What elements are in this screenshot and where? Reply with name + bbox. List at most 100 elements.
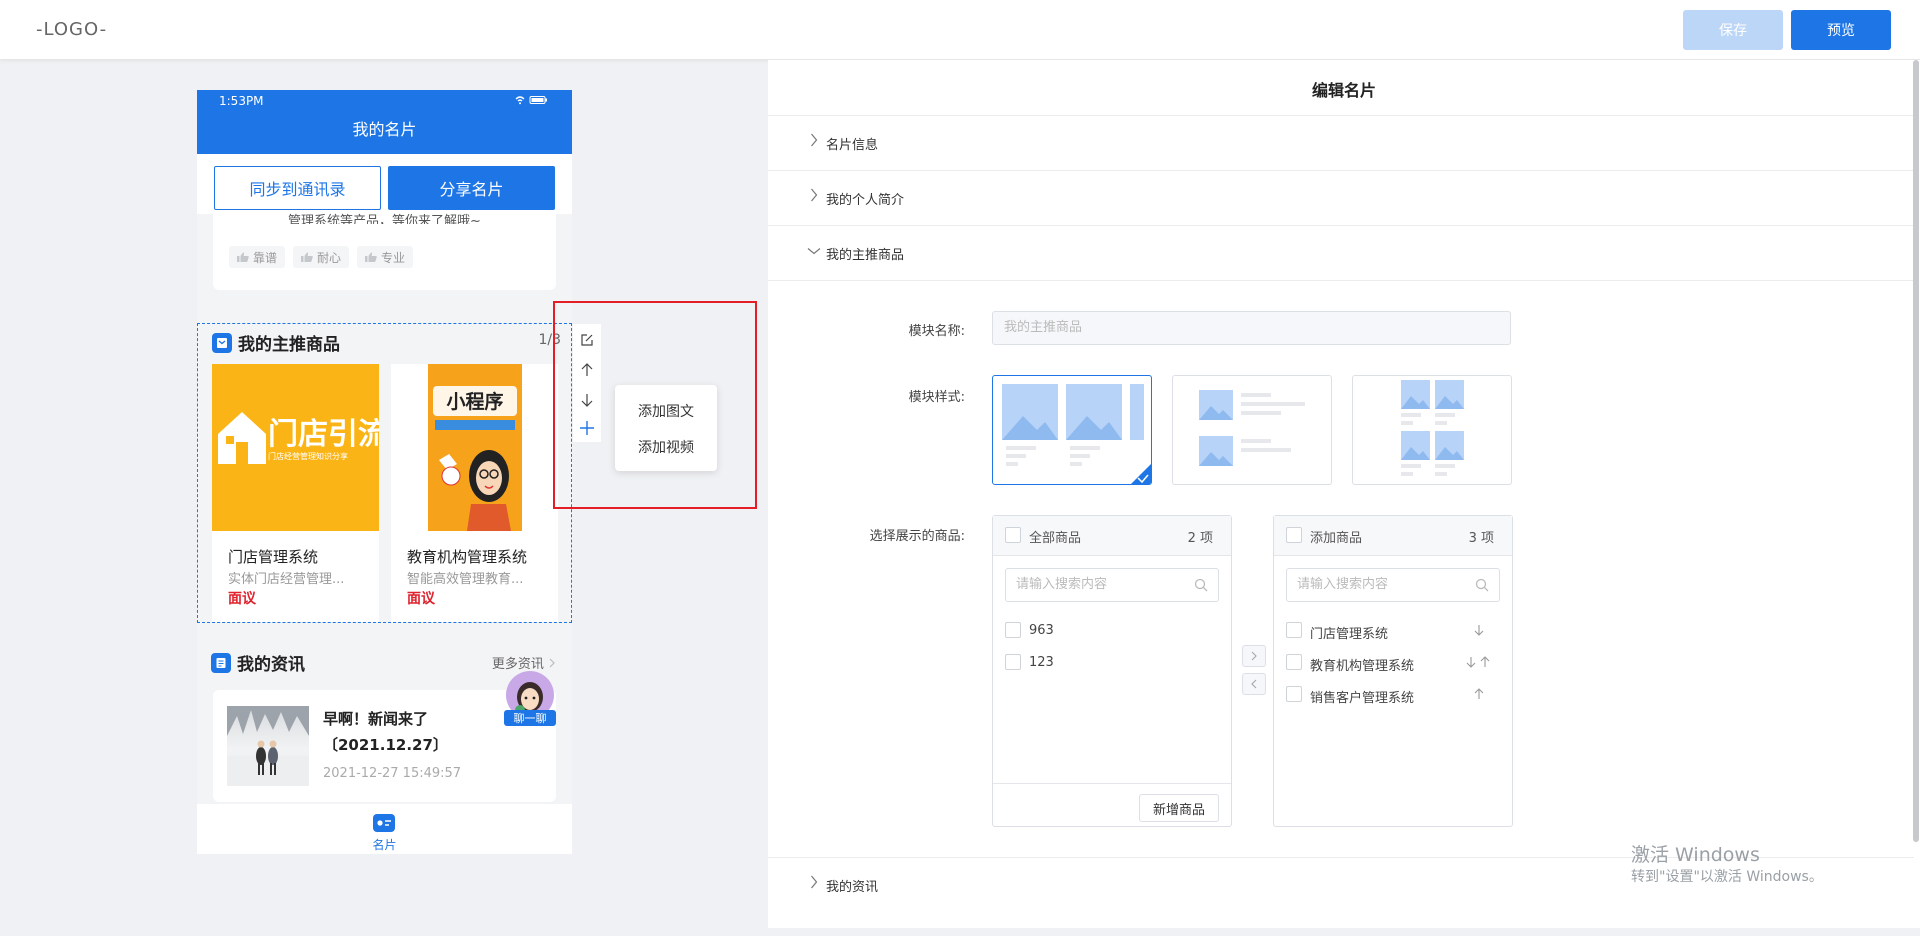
windows-watermark-text: 转到"设置"以激活 Windows。 — [1631, 869, 1823, 885]
share-card-button[interactable]: 分享名片 — [388, 166, 555, 210]
thumb-up-icon — [301, 252, 313, 262]
product-price: 面议 — [407, 591, 435, 607]
phone-action-bar: 同步到通讯录 分享名片 — [197, 154, 572, 214]
item-checkbox[interactable] — [1005, 622, 1021, 638]
arrow-down-icon[interactable] — [1474, 624, 1484, 636]
intro-text: 管理系统等产品，等你来了解哦~ — [288, 214, 481, 224]
product-image-subtext: 门店经营管理知识分享 — [268, 451, 348, 461]
divider — [768, 280, 1914, 281]
select-all-checkbox[interactable] — [1286, 527, 1302, 543]
add-product-button[interactable]: 新增商品 — [1139, 794, 1219, 822]
product-price: 面议 — [228, 591, 256, 607]
products-icon — [212, 332, 232, 353]
product-desc: 智能高效管理教育... — [407, 572, 524, 587]
product-name: 教育机构管理系统 — [407, 548, 528, 566]
section-main-products[interactable]: 我的主推商品 — [768, 225, 1914, 280]
style-option-grid[interactable] — [1352, 375, 1512, 485]
news-icon — [211, 652, 231, 673]
product-image: 门店引流 门店经营管理知识分享 — [212, 364, 379, 531]
chevron-left-icon — [1251, 679, 1257, 689]
tab-label-card[interactable]: 名片 — [197, 836, 572, 853]
product-card[interactable]: 门店引流 门店经营管理知识分享 门店管理系统 实体门店经营管理... 面议 — [212, 364, 379, 622]
chevron-down-icon — [807, 248, 821, 255]
added-products-count: 3 项 — [1468, 531, 1494, 546]
product-image-text: 小程序 — [446, 390, 503, 413]
thumb-up-icon — [237, 252, 249, 262]
all-products-count: 2 项 — [1187, 531, 1213, 546]
scrollbar[interactable] — [1913, 60, 1919, 842]
products-heading: 我的主推商品 — [212, 330, 340, 355]
top-bar: -LOGO- 保存 预览 — [0, 0, 1920, 60]
list-item[interactable]: 门店管理系统 — [1274, 618, 1512, 644]
item-checkbox[interactable] — [1286, 686, 1302, 702]
arrow-down-icon[interactable] — [1466, 656, 1476, 668]
all-products-header: 全部商品 2 项 — [993, 516, 1231, 556]
panel-title: 编辑名片 — [1311, 81, 1376, 100]
select-products-label: 选择展示的商品: — [869, 529, 965, 544]
list-item[interactable]: 教育机构管理系统 — [1274, 650, 1512, 676]
all-products-search-input[interactable]: 请输入搜索内容 — [1005, 568, 1219, 602]
module-name-input[interactable]: 我的主推商品 — [992, 311, 1511, 345]
move-right-button[interactable] — [1242, 645, 1266, 667]
list-item[interactable]: 963 — [993, 618, 1231, 644]
save-button[interactable]: 保存 — [1683, 10, 1783, 50]
chevron-right-icon — [811, 875, 818, 889]
tag-item[interactable]: 耐心 — [293, 246, 350, 268]
product-desc: 实体门店经营管理... — [228, 572, 345, 587]
chat-label: 聊一聊 — [514, 711, 547, 725]
status-time: 1:53PM — [219, 94, 264, 108]
phone-header: 1:53PM 我的名片 — [197, 90, 572, 154]
thumb-up-icon — [365, 252, 377, 262]
logo: -LOGO- — [36, 19, 108, 40]
product-image: 小程序 — [391, 364, 558, 531]
list-item[interactable]: 销售客户管理系统 — [1274, 682, 1512, 708]
section-card-info[interactable]: 名片信息 — [768, 115, 1914, 170]
style-option-carousel[interactable] — [992, 375, 1152, 485]
phone-title: 我的名片 — [352, 120, 417, 139]
highlight-box — [553, 301, 757, 509]
editor-panel: 编辑名片 名片信息 我的个人简介 我的主推商品 模块名称: 我的主推商品 模块样… — [768, 60, 1920, 928]
search-icon — [1475, 578, 1489, 592]
arrow-up-icon[interactable] — [1474, 688, 1484, 700]
section-personal-intro[interactable]: 我的个人简介 — [768, 170, 1914, 225]
chevron-right-icon — [549, 658, 555, 668]
product-card[interactable]: 小程序 教育机构管理系统 智能高效管理教育... 面议 — [391, 364, 558, 622]
news-heading: 我的资讯 — [211, 650, 305, 675]
sync-contacts-button[interactable]: 同步到通讯录 — [214, 166, 381, 210]
products-section[interactable]: 我的主推商品 1/3 门店引流 门店经营管理知识分享 门店管理系统 实体门店经营… — [197, 323, 572, 623]
chat-button[interactable]: 聊一聊 — [502, 670, 558, 726]
chevron-right-icon — [1251, 651, 1257, 661]
select-all-checkbox[interactable] — [1005, 527, 1021, 543]
added-products-box: 添加商品 3 项 请输入搜索内容 门店管理系统 教育机构管理系统 销售客户管理系… — [1273, 515, 1513, 827]
phone-preview: 1:53PM 我的名片 同步到通讯录 分享名片 管理系统等产品，等你来了解哦~ … — [197, 90, 572, 854]
move-left-button[interactable] — [1242, 673, 1266, 695]
list-item[interactable]: 123 — [993, 650, 1231, 676]
phone-tab-bar: 名片 — [197, 804, 572, 854]
all-products-footer: 新增商品 — [993, 783, 1231, 827]
style-option-list[interactable] — [1172, 375, 1332, 485]
tag-item[interactable]: 靠谱 — [229, 246, 286, 268]
news-image — [227, 706, 309, 786]
added-products-header: 添加商品 3 项 — [1274, 516, 1512, 556]
intro-card: 管理系统等产品，等你来了解哦~ 靠谱 耐心 专业 — [213, 214, 556, 290]
tag-item[interactable]: 专业 — [357, 246, 414, 268]
item-checkbox[interactable] — [1286, 622, 1302, 638]
status-icons — [514, 95, 550, 108]
news-date: 2021-12-27 15:49:57 — [323, 766, 462, 781]
search-icon — [1194, 578, 1208, 592]
product-image-text: 门店引流 — [268, 417, 379, 452]
product-name: 门店管理系统 — [228, 548, 319, 566]
tag-list: 靠谱 耐心 专业 — [229, 246, 414, 268]
all-products-box: 全部商品 2 项 请输入搜索内容 963 123 新增商品 — [992, 515, 1232, 827]
arrow-up-icon[interactable] — [1480, 656, 1490, 668]
item-checkbox[interactable] — [1005, 654, 1021, 670]
chevron-right-icon — [811, 133, 818, 147]
item-checkbox[interactable] — [1286, 654, 1302, 670]
card-tab-icon[interactable] — [373, 814, 395, 836]
windows-watermark-title: 激活 Windows — [1631, 844, 1760, 866]
preview-button[interactable]: 预览 — [1791, 10, 1891, 50]
chevron-right-icon — [811, 188, 818, 202]
module-name-label: 模块名称: — [908, 324, 965, 339]
module-style-label: 模块样式: — [908, 390, 965, 405]
added-products-search-input[interactable]: 请输入搜索内容 — [1286, 568, 1500, 602]
